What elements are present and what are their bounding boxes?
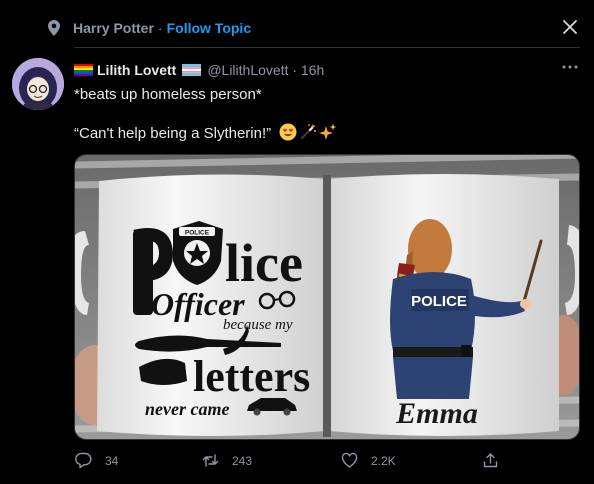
avatar[interactable] bbox=[12, 58, 64, 110]
topic-divider bbox=[74, 47, 580, 48]
mug-word-lice: lice bbox=[225, 233, 303, 293]
like-button[interactable]: 2.2K bbox=[341, 452, 396, 469]
magic-wand-emoji-icon bbox=[301, 124, 317, 140]
trans-flag-icon bbox=[182, 64, 202, 76]
police-badge-text: POLICE bbox=[185, 230, 210, 237]
mug-word-letters: letters bbox=[193, 352, 310, 401]
follow-topic-button[interactable]: Follow Topic bbox=[167, 20, 252, 36]
retweet-icon bbox=[202, 454, 219, 467]
mug-name-text: Emma bbox=[395, 397, 478, 430]
tweet-text-line-1: *beats up homeless person* bbox=[74, 86, 262, 103]
mug-shirt-text: POLICE bbox=[411, 293, 467, 310]
topic-bar: Harry Potter · Follow Topic bbox=[0, 0, 594, 52]
topic-separator: · bbox=[157, 20, 163, 36]
close-icon[interactable] bbox=[561, 18, 579, 36]
handle-and-time[interactable]: @LilithLovett · 16h bbox=[207, 62, 324, 78]
reply-icon bbox=[75, 452, 92, 469]
like-icon bbox=[341, 452, 358, 468]
rainbow-flag-icon bbox=[74, 64, 93, 76]
tweet-text-line-2-text: “Can't help being a Slytherin!” bbox=[74, 125, 272, 142]
sparkles-emoji-icon bbox=[319, 123, 337, 140]
mug-word-never-came: never came bbox=[145, 399, 229, 419]
retweet-button[interactable]: 243 bbox=[202, 452, 252, 469]
tweet-text-line-2: “Can't help being a Slytherin!” bbox=[74, 123, 337, 142]
topic-name[interactable]: Harry Potter bbox=[73, 20, 154, 36]
reply-button[interactable]: 34 bbox=[75, 452, 118, 469]
share-button[interactable] bbox=[482, 452, 499, 469]
share-icon bbox=[483, 453, 498, 468]
tweet-header: Lilith Lovett @LilithLovett · 16h bbox=[74, 61, 324, 79]
location-pin-icon bbox=[48, 20, 60, 36]
topic-label: Harry Potter · Follow Topic bbox=[73, 20, 251, 36]
mug-word-because: because my bbox=[223, 317, 293, 333]
display-name[interactable]: Lilith Lovett bbox=[97, 62, 176, 78]
emoji-group bbox=[279, 123, 337, 141]
reply-count: 34 bbox=[105, 453, 119, 468]
tweet-actions: 34 243 2.2K bbox=[0, 448, 594, 476]
tweet-media-image[interactable]: POLICE lice Officer because my letters n… bbox=[74, 154, 580, 440]
like-count: 2.2K bbox=[371, 453, 396, 468]
retweet-count: 243 bbox=[232, 453, 253, 468]
heart-eyes-emoji-icon bbox=[279, 123, 297, 141]
more-icon[interactable] bbox=[562, 64, 578, 70]
